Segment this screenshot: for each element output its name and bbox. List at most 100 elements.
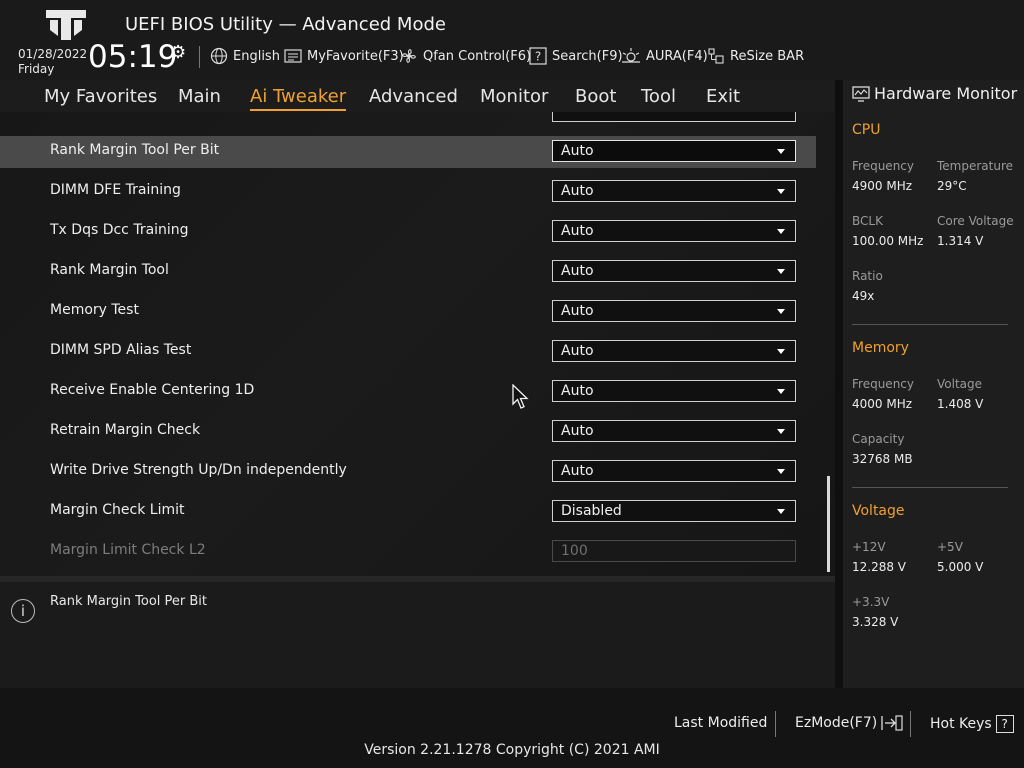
- language-button[interactable]: English: [210, 46, 280, 66]
- tab-ai-tweaker[interactable]: Ai Tweaker: [250, 86, 347, 111]
- memory-voltage-value: 1.408 V: [937, 397, 984, 411]
- caret-down-icon: [777, 269, 785, 274]
- setting-row-retrain-margin-check[interactable]: Retrain Margin Check Auto: [0, 416, 816, 448]
- setting-dropdown[interactable]: Auto: [552, 340, 796, 362]
- myfavorite-button[interactable]: MyFavorite(F3): [284, 46, 404, 66]
- cpu-bclk-value: 100.00 MHz: [852, 234, 924, 248]
- tab-boot[interactable]: Boot: [575, 86, 616, 107]
- scrollbar[interactable]: [827, 476, 830, 572]
- hot-keys-button[interactable]: Hot Keys ?: [930, 715, 1014, 733]
- clock-display: 05:19: [88, 39, 178, 75]
- caret-down-icon: [777, 149, 785, 154]
- resize-bar-icon: [708, 48, 724, 64]
- setting-row-rank-margin-tool-per-bit[interactable]: Rank Margin Tool Per Bit Auto: [0, 136, 816, 168]
- qfan-control-button[interactable]: Qfan Control(F6): [400, 46, 531, 66]
- myfavorite-label: MyFavorite(F3): [307, 48, 404, 64]
- info-icon: i: [11, 599, 35, 623]
- tab-monitor[interactable]: Monitor: [480, 86, 548, 107]
- dropdown-value: Auto: [561, 383, 594, 399]
- monitor-icon: [852, 85, 870, 102]
- setting-row-margin-limit-check-l2: Margin Limit Check L2 100: [0, 536, 816, 568]
- search-label: Search(F9): [552, 48, 623, 64]
- setting-row-receive-enable-centering-1d[interactable]: Receive Enable Centering 1D Auto: [0, 376, 816, 408]
- setting-row-write-drive-strength[interactable]: Write Drive Strength Up/Dn independently…: [0, 456, 816, 488]
- fan-icon: [402, 49, 416, 63]
- cpu-temperature-value: 29°C: [937, 179, 967, 193]
- setting-label: Rank Margin Tool: [50, 262, 169, 278]
- last-modified-label: Last Modified: [674, 715, 768, 731]
- setting-label: Rank Margin Tool Per Bit: [50, 142, 220, 158]
- setting-row-rank-margin-tool[interactable]: Rank Margin Tool Auto: [0, 256, 816, 288]
- globe-icon: [210, 47, 228, 65]
- setting-label: Write Drive Strength Up/Dn independently: [50, 462, 347, 478]
- aura-label: AURA(F4): [646, 48, 708, 64]
- setting-row-dimm-dfe-training[interactable]: DIMM DFE Training Auto: [0, 176, 816, 208]
- setting-label: DIMM DFE Training: [50, 182, 181, 198]
- dropdown-value: Auto: [561, 263, 594, 279]
- v5-label: +5V: [937, 540, 963, 554]
- setting-row-partial: [0, 112, 816, 128]
- cpu-temperature-label: Temperature: [937, 159, 1014, 173]
- setting-dropdown[interactable]: Auto: [552, 180, 796, 202]
- memory-capacity-label: Capacity: [852, 432, 905, 446]
- v5-value: 5.000 V: [937, 560, 984, 574]
- caret-down-icon: [777, 349, 785, 354]
- cpu-ratio-value: 49x: [852, 289, 875, 303]
- ezmode-label: EzMode(F7): [795, 715, 878, 731]
- setting-label: Margin Limit Check L2: [50, 542, 206, 558]
- tab-tool[interactable]: Tool: [641, 86, 676, 107]
- memory-frequency-label: Frequency: [852, 377, 914, 391]
- setting-row-dimm-spd-alias-test[interactable]: DIMM SPD Alias Test Auto: [0, 336, 816, 368]
- tab-exit[interactable]: Exit: [706, 86, 740, 107]
- caret-down-icon: [777, 429, 785, 434]
- setting-dropdown[interactable]: Auto: [552, 260, 796, 282]
- date-display: 01/28/2022: [18, 47, 88, 61]
- setting-number-input: 100: [552, 540, 796, 562]
- setting-row-tx-dqs-dcc-training[interactable]: Tx Dqs Dcc Training Auto: [0, 216, 816, 248]
- cpu-core-voltage-value: 1.314 V: [937, 234, 984, 248]
- last-modified-button[interactable]: Last Modified: [674, 715, 767, 731]
- setting-dropdown[interactable]: Auto: [552, 380, 796, 402]
- setting-dropdown[interactable]: Auto: [552, 460, 796, 482]
- tab-my-favorites[interactable]: My Favorites: [44, 86, 157, 107]
- memory-voltage-label: Voltage: [937, 377, 983, 391]
- hw-separator: [852, 487, 1008, 488]
- cpu-bclk-label: BCLK: [852, 214, 883, 228]
- help-text: Rank Margin Tool Per Bit: [50, 594, 208, 609]
- toolbar-separator: [199, 46, 200, 68]
- gear-icon[interactable]: ⚙: [170, 42, 186, 63]
- tab-advanced[interactable]: Advanced: [369, 86, 458, 107]
- setting-dropdown[interactable]: Auto: [552, 140, 796, 162]
- setting-dropdown[interactable]: Disabled: [552, 500, 796, 522]
- mouse-cursor-icon: [512, 384, 529, 409]
- setting-dropdown[interactable]: Auto: [552, 300, 796, 322]
- v12-label: +12V: [852, 540, 886, 554]
- dropdown-value: Disabled: [561, 503, 622, 519]
- version-text: Version 2.21.1278 Copyright (C) 2021 AMI: [364, 742, 660, 758]
- search-button[interactable]: ? Search(F9): [529, 46, 623, 66]
- cpu-frequency-label: Frequency: [852, 159, 914, 173]
- tab-main[interactable]: Main: [178, 86, 221, 107]
- dropdown-value: Auto: [561, 423, 594, 439]
- memory-capacity-value: 32768 MB: [852, 452, 913, 466]
- v33-label: +3.3V: [852, 595, 890, 609]
- resize-bar-button[interactable]: ReSize BAR: [707, 46, 804, 66]
- aura-icon: [622, 48, 640, 63]
- input-value: 100: [561, 543, 588, 559]
- setting-dropdown[interactable]: Auto: [552, 420, 796, 442]
- setting-dropdown[interactable]: Auto: [552, 220, 796, 242]
- setting-label: Retrain Margin Check: [50, 422, 201, 438]
- setting-row-margin-check-limit[interactable]: Margin Check Limit Disabled: [0, 496, 816, 528]
- cpu-ratio-label: Ratio: [852, 269, 883, 283]
- dropdown-value: Auto: [561, 143, 594, 159]
- memory-heading: Memory: [852, 340, 909, 356]
- ezmode-button[interactable]: EzMode(F7): [795, 715, 903, 731]
- setting-label: Margin Check Limit: [50, 502, 185, 518]
- help-key-icon: ?: [995, 715, 1014, 733]
- svg-text:?: ?: [535, 50, 541, 64]
- setting-row-memory-test[interactable]: Memory Test Auto: [0, 296, 816, 328]
- exit-arrow-icon: [881, 715, 903, 731]
- setting-label: DIMM SPD Alias Test: [50, 342, 192, 358]
- aura-button[interactable]: AURA(F4): [621, 46, 708, 66]
- caret-down-icon: [777, 469, 785, 474]
